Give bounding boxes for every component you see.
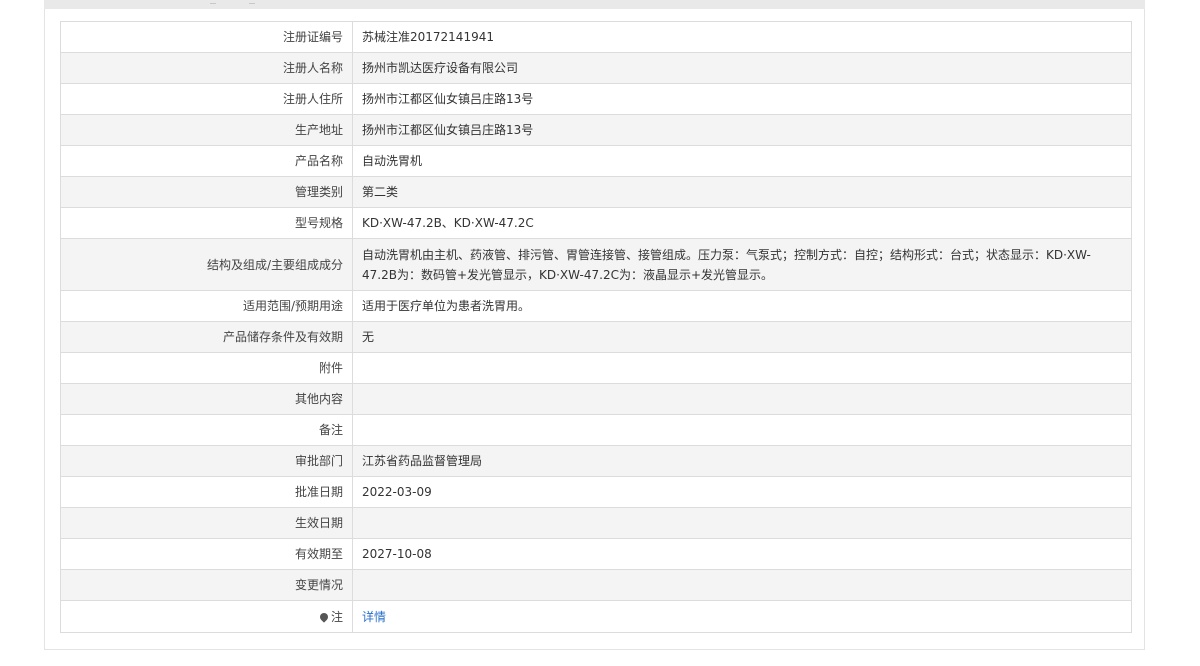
table-row: 生效日期 [60,507,1132,539]
table-row: 附件 [60,352,1132,384]
field-value-registrant-name: 扬州市凯达医疗设备有限公司 [352,52,1132,84]
field-label-registration-number: 注册证编号 [60,21,353,53]
field-label-changes: 变更情况 [60,569,353,601]
table-row: 有效期至 2027-10-08 [60,538,1132,570]
top-bar-mark [249,0,255,4]
detail-table: 注册证编号 苏械注准20172141941 注册人名称 扬州市凯达医疗设备有限公… [60,21,1132,633]
field-label-effective-date: 生效日期 [60,507,353,539]
table-row: 产品储存条件及有效期 无 [60,321,1132,353]
note-label-cell: 注 [60,600,353,633]
field-label-remarks: 备注 [60,414,353,446]
field-value-valid-until: 2027-10-08 [352,538,1132,570]
table-row: 变更情况 [60,569,1132,601]
field-label-approval-date: 批准日期 [60,476,353,508]
field-value-attachment [352,352,1132,384]
field-label-model-spec: 型号规格 [60,207,353,239]
field-label-structure: 结构及组成/主要组成成分 [60,238,353,291]
field-value-management-category: 第二类 [352,176,1132,208]
field-label-valid-until: 有效期至 [60,538,353,570]
table-row: 产品名称 自动洗胃机 [60,145,1132,177]
table-row: 型号规格 KD·XW-47.2B、KD·XW-47.2C [60,207,1132,239]
field-value-model-spec: KD·XW-47.2B、KD·XW-47.2C [352,207,1132,239]
field-value-approval-date: 2022-03-09 [352,476,1132,508]
field-value-changes [352,569,1132,601]
field-label-attachment: 附件 [60,352,353,384]
pin-icon [318,610,330,623]
field-label-registrant-name: 注册人名称 [60,52,353,84]
field-label-production-address: 生产地址 [60,114,353,146]
field-label-storage: 产品储存条件及有效期 [60,321,353,353]
details-link[interactable]: 详情 [362,610,386,624]
field-label-approval-dept: 审批部门 [60,445,353,477]
table-row: 注 详情 [60,600,1132,633]
table-row: 审批部门 江苏省药品监督管理局 [60,445,1132,477]
field-value-product-name: 自动洗胃机 [352,145,1132,177]
field-label-other-content: 其他内容 [60,383,353,415]
table-row: 结构及组成/主要组成成分 自动洗胃机由主机、药液管、排污管、胃管连接管、接管组成… [60,238,1132,291]
field-value-storage: 无 [352,321,1132,353]
note-value-cell: 详情 [352,600,1132,633]
field-value-registration-number: 苏械注准20172141941 [352,21,1132,53]
field-label-management-category: 管理类别 [60,176,353,208]
table-row: 备注 [60,414,1132,446]
field-label-registrant-address: 注册人住所 [60,83,353,115]
note-label: 注 [330,609,343,624]
field-value-other-content [352,383,1132,415]
top-bar-mark [210,0,216,4]
table-row: 批准日期 2022-03-09 [60,476,1132,508]
field-value-intended-use: 适用于医疗单位为患者洗胃用。 [352,290,1132,322]
field-label-intended-use: 适用范围/预期用途 [60,290,353,322]
field-value-effective-date [352,507,1132,539]
table-row: 注册证编号 苏械注准20172141941 [60,21,1132,53]
field-value-approval-dept: 江苏省药品监督管理局 [352,445,1132,477]
field-value-registrant-address: 扬州市江都区仙女镇吕庄路13号 [352,83,1132,115]
field-value-remarks [352,414,1132,446]
table-row: 适用范围/预期用途 适用于医疗单位为患者洗胃用。 [60,290,1132,322]
table-row: 管理类别 第二类 [60,176,1132,208]
field-value-structure: 自动洗胃机由主机、药液管、排污管、胃管连接管、接管组成。压力泵：气泵式；控制方式… [352,238,1132,291]
table-row: 生产地址 扬州市江都区仙女镇吕庄路13号 [60,114,1132,146]
table-row: 其他内容 [60,383,1132,415]
field-label-product-name: 产品名称 [60,145,353,177]
field-value-production-address: 扬州市江都区仙女镇吕庄路13号 [352,114,1132,146]
detail-panel: 注册证编号 苏械注准20172141941 注册人名称 扬州市凯达医疗设备有限公… [44,9,1145,650]
table-row: 注册人住所 扬州市江都区仙女镇吕庄路13号 [60,83,1132,115]
table-row: 注册人名称 扬州市凯达医疗设备有限公司 [60,52,1132,84]
